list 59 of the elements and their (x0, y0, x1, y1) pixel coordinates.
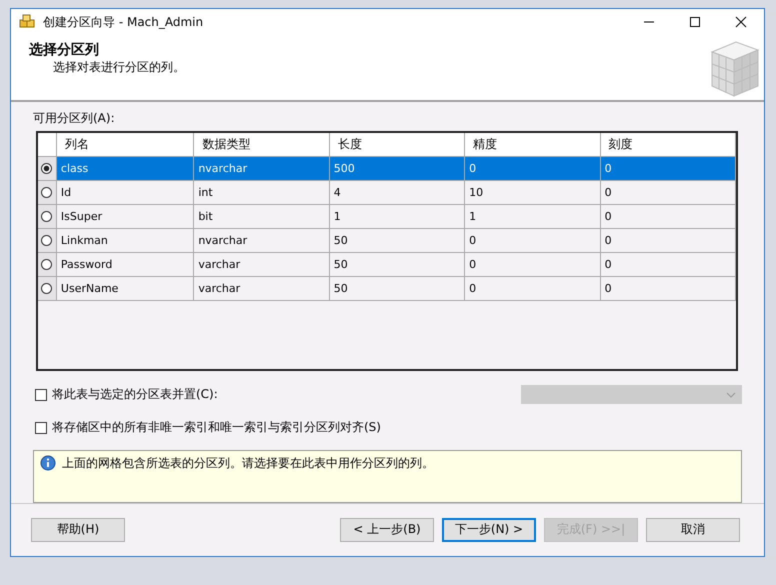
table-cell: 500 (330, 156, 466, 180)
table-cell: UserName (56, 276, 194, 300)
radio-button[interactable] (41, 162, 52, 174)
table-cell: int (194, 180, 330, 204)
table-cell: bit (194, 204, 330, 228)
table-cell: varchar (194, 252, 330, 276)
page-title: 选择分区列 (29, 40, 100, 59)
wizard-button[interactable]: 取消 (646, 518, 740, 542)
info-text: 上面的网格包含所选表的分区列。请选择要在此表中用作分区列的列。 (62, 454, 434, 472)
checkbox-label: 将存储区中的所有非唯一索引和唯一索引与索引分区列对齐(S) (52, 419, 381, 436)
radio-button[interactable] (41, 186, 52, 198)
table-cell: 0 (465, 252, 601, 276)
table-cell: 1 (330, 204, 466, 228)
radio-button[interactable] (41, 282, 52, 294)
table-cell: 0 (600, 228, 736, 252)
page-subtitle: 选择对表进行分区的列。 (52, 58, 186, 76)
grid-label: 可用分区列(A): (33, 110, 116, 127)
table-cell: Linkman (56, 228, 194, 252)
table-cell: 4 (330, 180, 466, 204)
table-cell: 0 (600, 276, 736, 300)
table-cell: 10 (465, 180, 601, 204)
radio-button[interactable] (41, 234, 52, 246)
maximize-icon[interactable] (689, 16, 701, 28)
table-cell: class (56, 156, 194, 180)
checkbox[interactable] (35, 422, 47, 434)
radio-button[interactable] (41, 210, 52, 222)
info-icon (40, 454, 56, 471)
table-cell: 0 (465, 276, 601, 300)
table-cell: 0 (600, 156, 736, 180)
table-cell: nvarchar (194, 156, 330, 180)
table-cell: Password (56, 252, 194, 276)
table-cell: nvarchar (194, 228, 330, 252)
column-header: 精度 (465, 132, 601, 156)
column-header: 数据类型 (194, 132, 330, 156)
checkbox[interactable] (35, 388, 47, 401)
cubes-icon (19, 14, 37, 30)
column-header: 刻度 (600, 132, 736, 156)
table-cell: 0 (465, 228, 601, 252)
table-cell: 0 (600, 180, 736, 204)
wizard-button[interactable]: 帮助(H) (31, 518, 125, 542)
window-title: 创建分区向导 - Mach_Admin (43, 14, 204, 31)
table-cell: 1 (465, 204, 601, 228)
table-cell: 50 (330, 252, 466, 276)
table-cell: 50 (330, 276, 466, 300)
column-header: 长度 (330, 132, 466, 156)
table-cell: Id (56, 180, 194, 204)
table-cell: IsSuper (56, 204, 194, 228)
chevron-icon (726, 392, 736, 398)
radio-button[interactable] (41, 258, 52, 270)
table-cell: 50 (330, 228, 466, 252)
close-icon[interactable] (735, 16, 747, 28)
wizard-button[interactable]: 下一步(N) > (442, 518, 536, 542)
column-header: 列名 (56, 132, 194, 156)
table-cell: 0 (600, 252, 736, 276)
table-cell: varchar (194, 276, 330, 300)
wizard-button[interactable]: < 上一步(B) (340, 518, 434, 542)
table-cell: 0 (600, 204, 736, 228)
checkbox-label: 将此表与选定的分区表并置(C): (52, 386, 218, 404)
table-cell: 0 (465, 156, 601, 180)
